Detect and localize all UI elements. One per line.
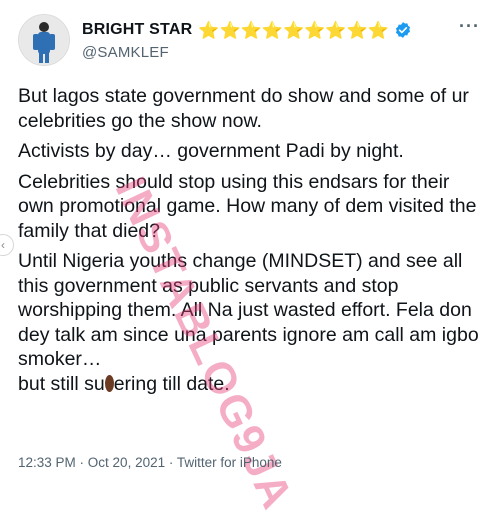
avatar[interactable] — [18, 14, 70, 66]
more-options-icon[interactable]: ··· — [459, 16, 480, 37]
carousel-prev-icon[interactable]: ‹ — [0, 234, 14, 256]
meta-separator: · — [75, 455, 88, 470]
tweet-meta: 12:33 PM · Oct 20, 2021 · Twitter for iP… — [18, 455, 282, 470]
name-row: BRIGHT STAR ⭐⭐⭐⭐⭐⭐⭐⭐⭐ — [82, 18, 412, 42]
tweet-source[interactable]: Twitter for iPhone — [177, 455, 282, 470]
censor-blot — [104, 374, 114, 392]
tweet-header: BRIGHT STAR ⭐⭐⭐⭐⭐⭐⭐⭐⭐ @SAMKLEF ··· — [18, 14, 482, 70]
tweet-paragraph-3: Celebrities should stop using this endsa… — [18, 170, 477, 242]
tweet-paragraph-2: Activists by day… government Padi by nig… — [18, 140, 404, 162]
tweet-last-line-end: ering till date. — [113, 372, 230, 395]
tweet-last-line-start: but still su — [18, 372, 105, 395]
tweet-paragraph-1: But lagos state government do show and s… — [18, 85, 469, 132]
user-handle[interactable]: @SAMKLEF — [82, 44, 169, 61]
avatar-image — [19, 15, 69, 65]
name-emoji-stars: ⭐⭐⭐⭐⭐⭐⭐⭐⭐ — [198, 22, 390, 39]
tweet-card: BRIGHT STAR ⭐⭐⭐⭐⭐⭐⭐⭐⭐ @SAMKLEF ··· But l… — [0, 0, 500, 517]
display-name[interactable]: BRIGHT STAR — [82, 21, 192, 39]
tweet-time[interactable]: 12:33 PM — [18, 455, 76, 470]
tweet-text: But lagos state government do show and s… — [18, 84, 488, 402]
tweet-date[interactable]: Oct 20, 2021 — [88, 455, 165, 470]
tweet-paragraph-4: Until Nigeria youths change (MINDSET) an… — [18, 249, 488, 396]
meta-separator-2: · — [165, 455, 177, 470]
tweet-paragraph-4-text: Until Nigeria youths change (MINDSET) an… — [18, 250, 479, 370]
star-emojis: ⭐⭐⭐⭐⭐⭐⭐⭐⭐ — [198, 20, 389, 40]
verified-badge-icon — [395, 22, 410, 38]
